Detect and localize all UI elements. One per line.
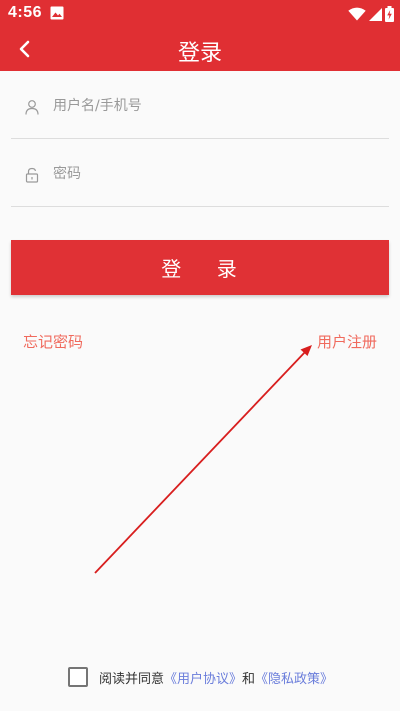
user-agreement-link[interactable]: 《用户协议》	[164, 668, 242, 687]
signal-icon	[369, 7, 382, 21]
status-time: 4:56	[8, 4, 43, 21]
status-bar: 4:56	[0, 0, 400, 27]
agreement-prefix: 阅读并同意	[99, 671, 165, 687]
lock-icon	[25, 167, 39, 183]
privacy-policy-link[interactable]: 《隐私政策》	[255, 668, 333, 687]
register-link[interactable]: 用户注册	[317, 331, 377, 352]
password-field	[11, 140, 389, 207]
username-field	[11, 72, 389, 139]
photo-notification-icon	[50, 6, 64, 20]
login-button[interactable]: 登 录	[11, 240, 389, 295]
title-bar: 登录	[0, 27, 400, 71]
user-icon	[25, 100, 39, 115]
password-input[interactable]	[53, 162, 373, 186]
battery-icon	[385, 6, 394, 22]
status-icons	[348, 5, 394, 23]
agreement-row: 阅读并同意 《用户协议》 和 《隐私政策》	[68, 666, 333, 688]
agree-checkbox[interactable]	[68, 667, 88, 687]
forgot-password-link[interactable]: 忘记密码	[23, 331, 83, 352]
page-title: 登录	[177, 41, 222, 66]
agreement-conjunction: 和	[242, 671, 256, 687]
username-input[interactable]	[53, 94, 373, 118]
wifi-icon	[348, 7, 366, 21]
